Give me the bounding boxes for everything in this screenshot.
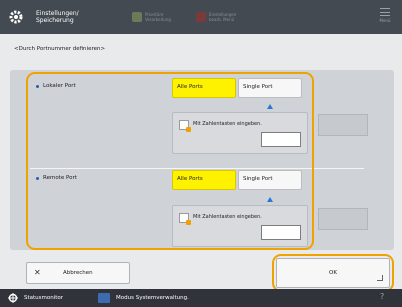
status-monitor-label: Statusmonitor xyxy=(24,295,64,301)
status-monitor-icon xyxy=(8,293,18,303)
app-title: Einstellungen/ Speicherung xyxy=(36,10,79,24)
side-box-local xyxy=(318,114,368,136)
priority-label: Prioritäre Verarbeitung xyxy=(145,12,171,22)
system-admin-icon xyxy=(98,293,110,303)
gear-icon xyxy=(9,10,23,24)
page-title: <Durch Portnummer definieren> xyxy=(14,46,106,52)
ok-highlight xyxy=(272,254,394,292)
menu-icon xyxy=(380,8,390,16)
side-box-remote xyxy=(318,208,368,230)
edit-menu-button[interactable]: Einstellungen bearb. Menü xyxy=(196,10,236,24)
menu-label: Menü xyxy=(379,18,391,23)
priority-button[interactable]: Prioritäre Verarbeitung xyxy=(132,10,171,24)
footer: Statusmonitor Modus Systemverwaltung. ? xyxy=(0,289,402,307)
edit-menu-icon xyxy=(196,12,206,22)
options-highlight xyxy=(26,72,314,250)
system-admin-label: Modus Systemverwaltung. xyxy=(116,295,189,301)
edit-menu-label: Einstellungen bearb. Menü xyxy=(209,12,237,22)
header: Einstellungen/ Speicherung Prioritäre Ve… xyxy=(0,0,402,34)
menu-button[interactable]: Menü xyxy=(372,4,398,30)
priority-icon xyxy=(132,12,142,22)
close-icon: ✕ xyxy=(34,268,41,277)
cancel-label: Abbrechen xyxy=(63,270,93,276)
system-admin-mode: Modus Systemverwaltung. xyxy=(98,293,189,303)
cancel-button[interactable]: ✕ Abbrechen xyxy=(26,262,130,284)
status-monitor-button[interactable]: Statusmonitor xyxy=(8,293,63,303)
help-icon[interactable]: ? xyxy=(380,292,394,304)
main-panel: <Durch Portnummer definieren> Lokaler Po… xyxy=(0,34,402,292)
